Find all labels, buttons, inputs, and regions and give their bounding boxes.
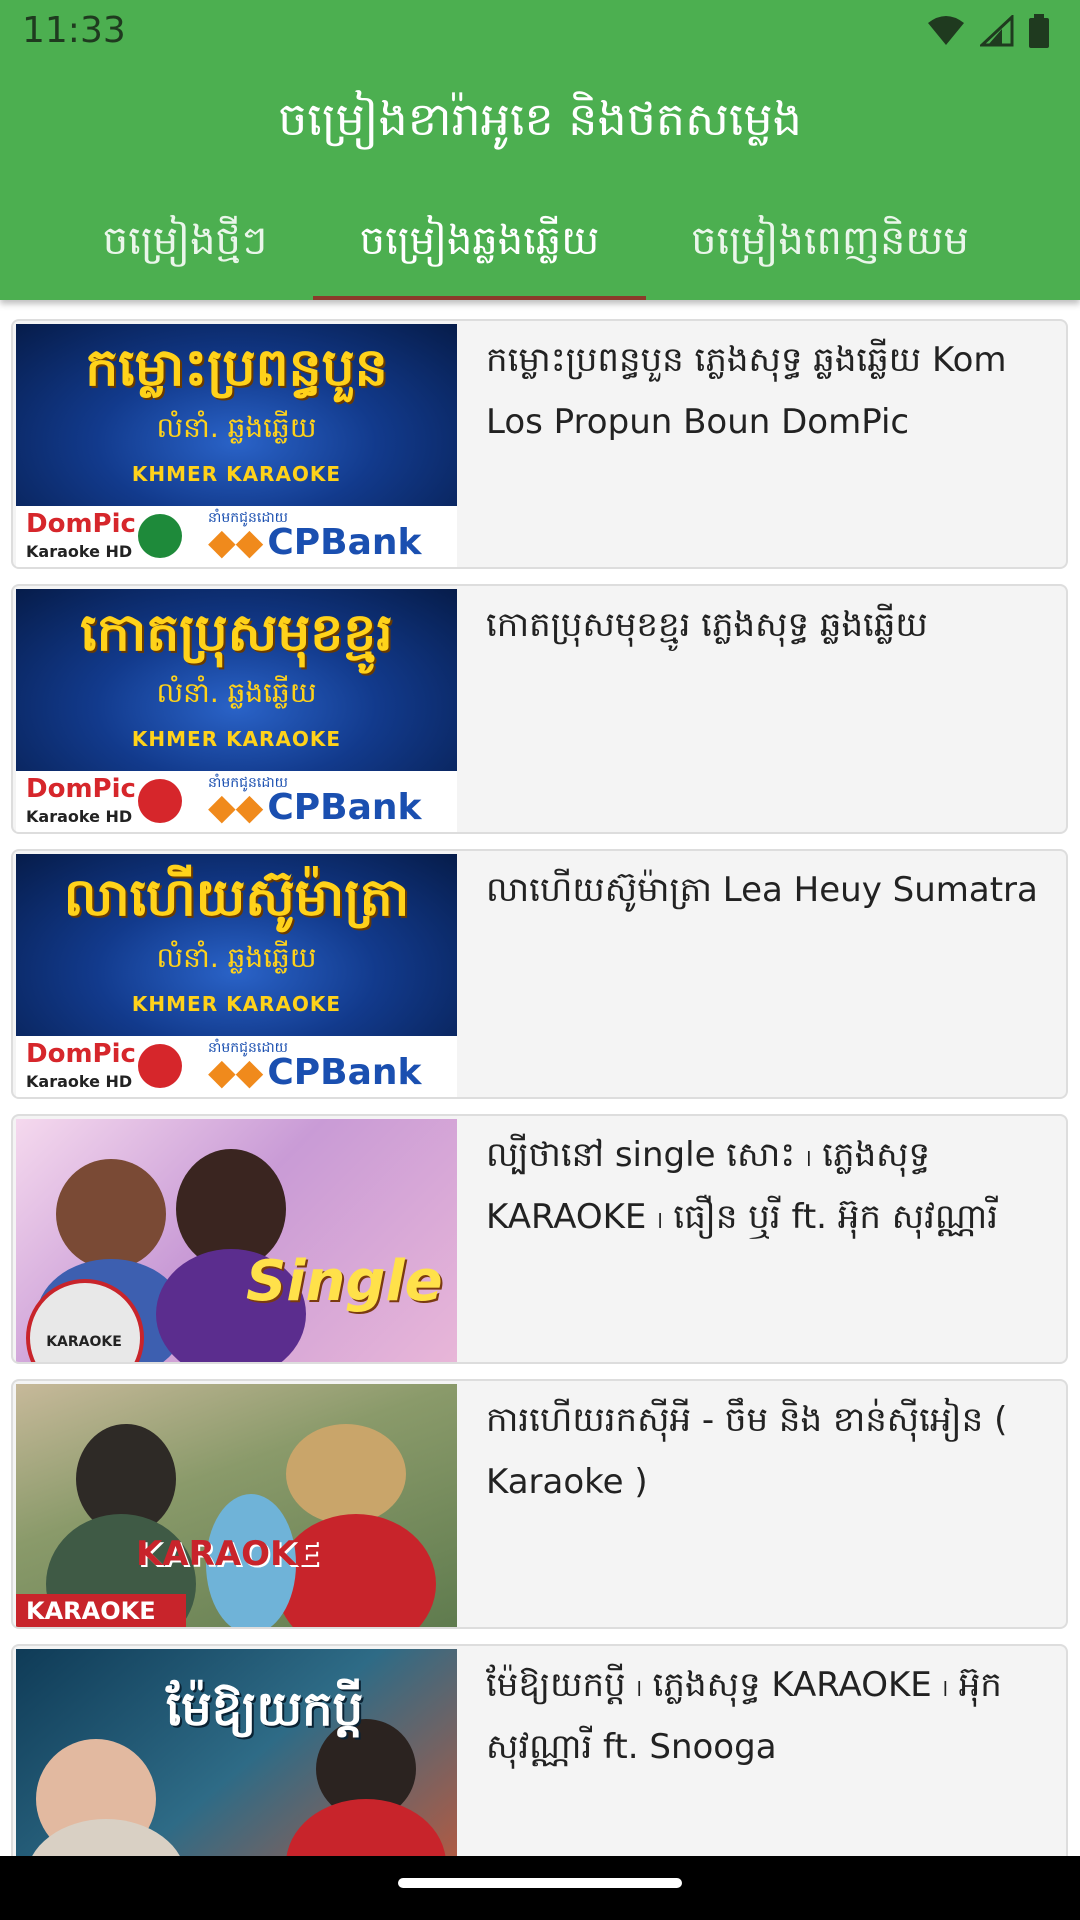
- thumb-title: KARAOKE: [136, 1534, 320, 1574]
- song-card[interactable]: ម៉ែឱ្យយកប្ដី ម៉ែឱ្យយកប្ដី ၊ ភ្លេងសុទ្ធ K…: [11, 1644, 1068, 1856]
- karaoke-badge: KARAOKE: [46, 1334, 122, 1350]
- song-list[interactable]: កម្លោះប្រពន្ធបួន លំនាំ. ឆ្លងឆ្លើយ KHMER …: [0, 300, 1080, 1856]
- wifi-icon: [926, 15, 966, 51]
- tab-duet-songs[interactable]: ចម្រៀងឆ្លងឆ្លើយ: [313, 200, 646, 300]
- dompic-logo: DomPic Karaoke HD: [26, 509, 136, 561]
- song-card[interactable]: កម្លោះប្រពន្ធបួន លំនាំ. ឆ្លងឆ្លើយ KHMER …: [11, 319, 1068, 569]
- status-bar: 11:33: [0, 0, 1080, 64]
- thumb-title: លាហើយស៊ូម៉ាត្រា: [63, 868, 410, 928]
- thumb-title: Single: [246, 1249, 443, 1314]
- song-thumbnail: Single KARAOKE: [16, 1119, 457, 1362]
- cpbank-logo: ◆◆ CPBank: [208, 1052, 422, 1093]
- status-time: 11:33: [22, 10, 126, 51]
- song-card[interactable]: លាហើយស៊ូម៉ាត្រា លំនាំ. ឆ្លងឆ្លើយ KHMER K…: [11, 849, 1068, 1099]
- song-thumbnail: លាហើយស៊ូម៉ាត្រា លំនាំ. ឆ្លងឆ្លើយ KHMER K…: [16, 854, 457, 1097]
- song-thumbnail: KARAOKE KARAOKE: [16, 1384, 457, 1627]
- karaoke-strip: KARAOKE: [16, 1594, 186, 1627]
- song-title: ល្បីថានៅ single សោះ ၊ ភ្លេងសុទ្ធ KARAOKE…: [486, 1135, 999, 1237]
- thumb-karaoke-label: KHMER KARAOKE: [131, 992, 342, 1016]
- song-title: កម្លោះប្រពន្ធបួន ភ្លេងសុទ្ធ ឆ្លងឆ្លើយ Ko…: [486, 340, 1007, 442]
- app-title: ចម្រៀងខារ៉ាអូខេ និងថតសម្លេង: [278, 92, 802, 146]
- thumb-subtitle: លំនាំ. ឆ្លងឆ្លើយ: [156, 411, 317, 444]
- cpbank-logo: ◆◆ CPBank: [208, 522, 422, 563]
- song-card[interactable]: Single KARAOKE ល្បីថានៅ single សោះ ၊ ភ្ល…: [11, 1114, 1068, 1364]
- tab-popular-songs[interactable]: ចម្រៀងពេញនិយម: [660, 200, 1000, 300]
- status-icons: [926, 13, 1050, 52]
- system-navigation-bar: [0, 1856, 1080, 1920]
- home-gesture-handle[interactable]: [398, 1878, 682, 1888]
- thumb-title: កម្លោះប្រពន្ធបួន: [85, 338, 388, 398]
- tab-new-songs[interactable]: ចម្រៀងថ្មីៗ: [60, 200, 310, 300]
- thumb-title: កោតប្រុសមុខខ្មូរ: [80, 603, 393, 663]
- song-thumbnail: កោតប្រុសមុខខ្មូរ លំនាំ. ឆ្លងឆ្លើយ KHMER …: [16, 589, 457, 832]
- active-tab-indicator: [313, 296, 646, 300]
- thumb-karaoke-label: KHMER KARAOKE: [131, 727, 342, 751]
- dompic-logo: DomPic Karaoke HD: [26, 774, 136, 826]
- song-title: កោតប្រុសមុខខ្មូរ ភ្លេងសុទ្ធ ឆ្លងឆ្លើយ: [486, 605, 928, 645]
- dompic-logo: DomPic Karaoke HD: [26, 1039, 136, 1091]
- cpbank-logo: ◆◆ CPBank: [208, 787, 422, 828]
- song-card[interactable]: KARAOKE KARAOKE ការហើយរកស៊ីអី - ចឹម និង …: [11, 1379, 1068, 1629]
- brand-badge-icon: [138, 1044, 182, 1088]
- battery-icon: [1028, 14, 1050, 52]
- song-card[interactable]: កោតប្រុសមុខខ្មូរ លំនាំ. ឆ្លងឆ្លើយ KHMER …: [11, 584, 1068, 834]
- signal-icon: [978, 13, 1014, 51]
- tab-bar: ចម្រៀងថ្មីៗ ចម្រៀងឆ្លងឆ្លើយ ចម្រៀងពេញនិយ…: [0, 200, 1080, 300]
- song-title: ម៉ែឱ្យយកប្ដី ၊ ភ្លេងសុទ្ធ KARAOKE ၊ អ៊ុក…: [486, 1665, 1002, 1767]
- app-bar: 11:33 ចម្រៀងខារ៉ាអូខេ និងថតសម្លេង ចម្រៀង…: [0, 0, 1080, 300]
- song-title: ការហើយរកស៊ីអី - ចឹម និង ខាន់ស៊ីអៀន ( Kar…: [486, 1400, 1008, 1502]
- song-thumbnail: ម៉ែឱ្យយកប្ដី: [16, 1649, 457, 1856]
- thumb-title: ម៉ែឱ្យយកប្ដី: [166, 1681, 364, 1737]
- thumb-subtitle: លំនាំ. ឆ្លងឆ្លើយ: [156, 941, 317, 974]
- song-title: លាហើយស៊ូម៉ាត្រា Lea Heuy Sumatra: [486, 870, 1038, 910]
- brand-badge-icon: [138, 779, 182, 823]
- thumb-karaoke-label: KHMER KARAOKE: [131, 462, 342, 486]
- thumb-subtitle: លំនាំ. ឆ្លងឆ្លើយ: [156, 676, 317, 709]
- song-thumbnail: កម្លោះប្រពន្ធបួន លំនាំ. ឆ្លងឆ្លើយ KHMER …: [16, 324, 457, 567]
- brand-badge-icon: [138, 514, 182, 558]
